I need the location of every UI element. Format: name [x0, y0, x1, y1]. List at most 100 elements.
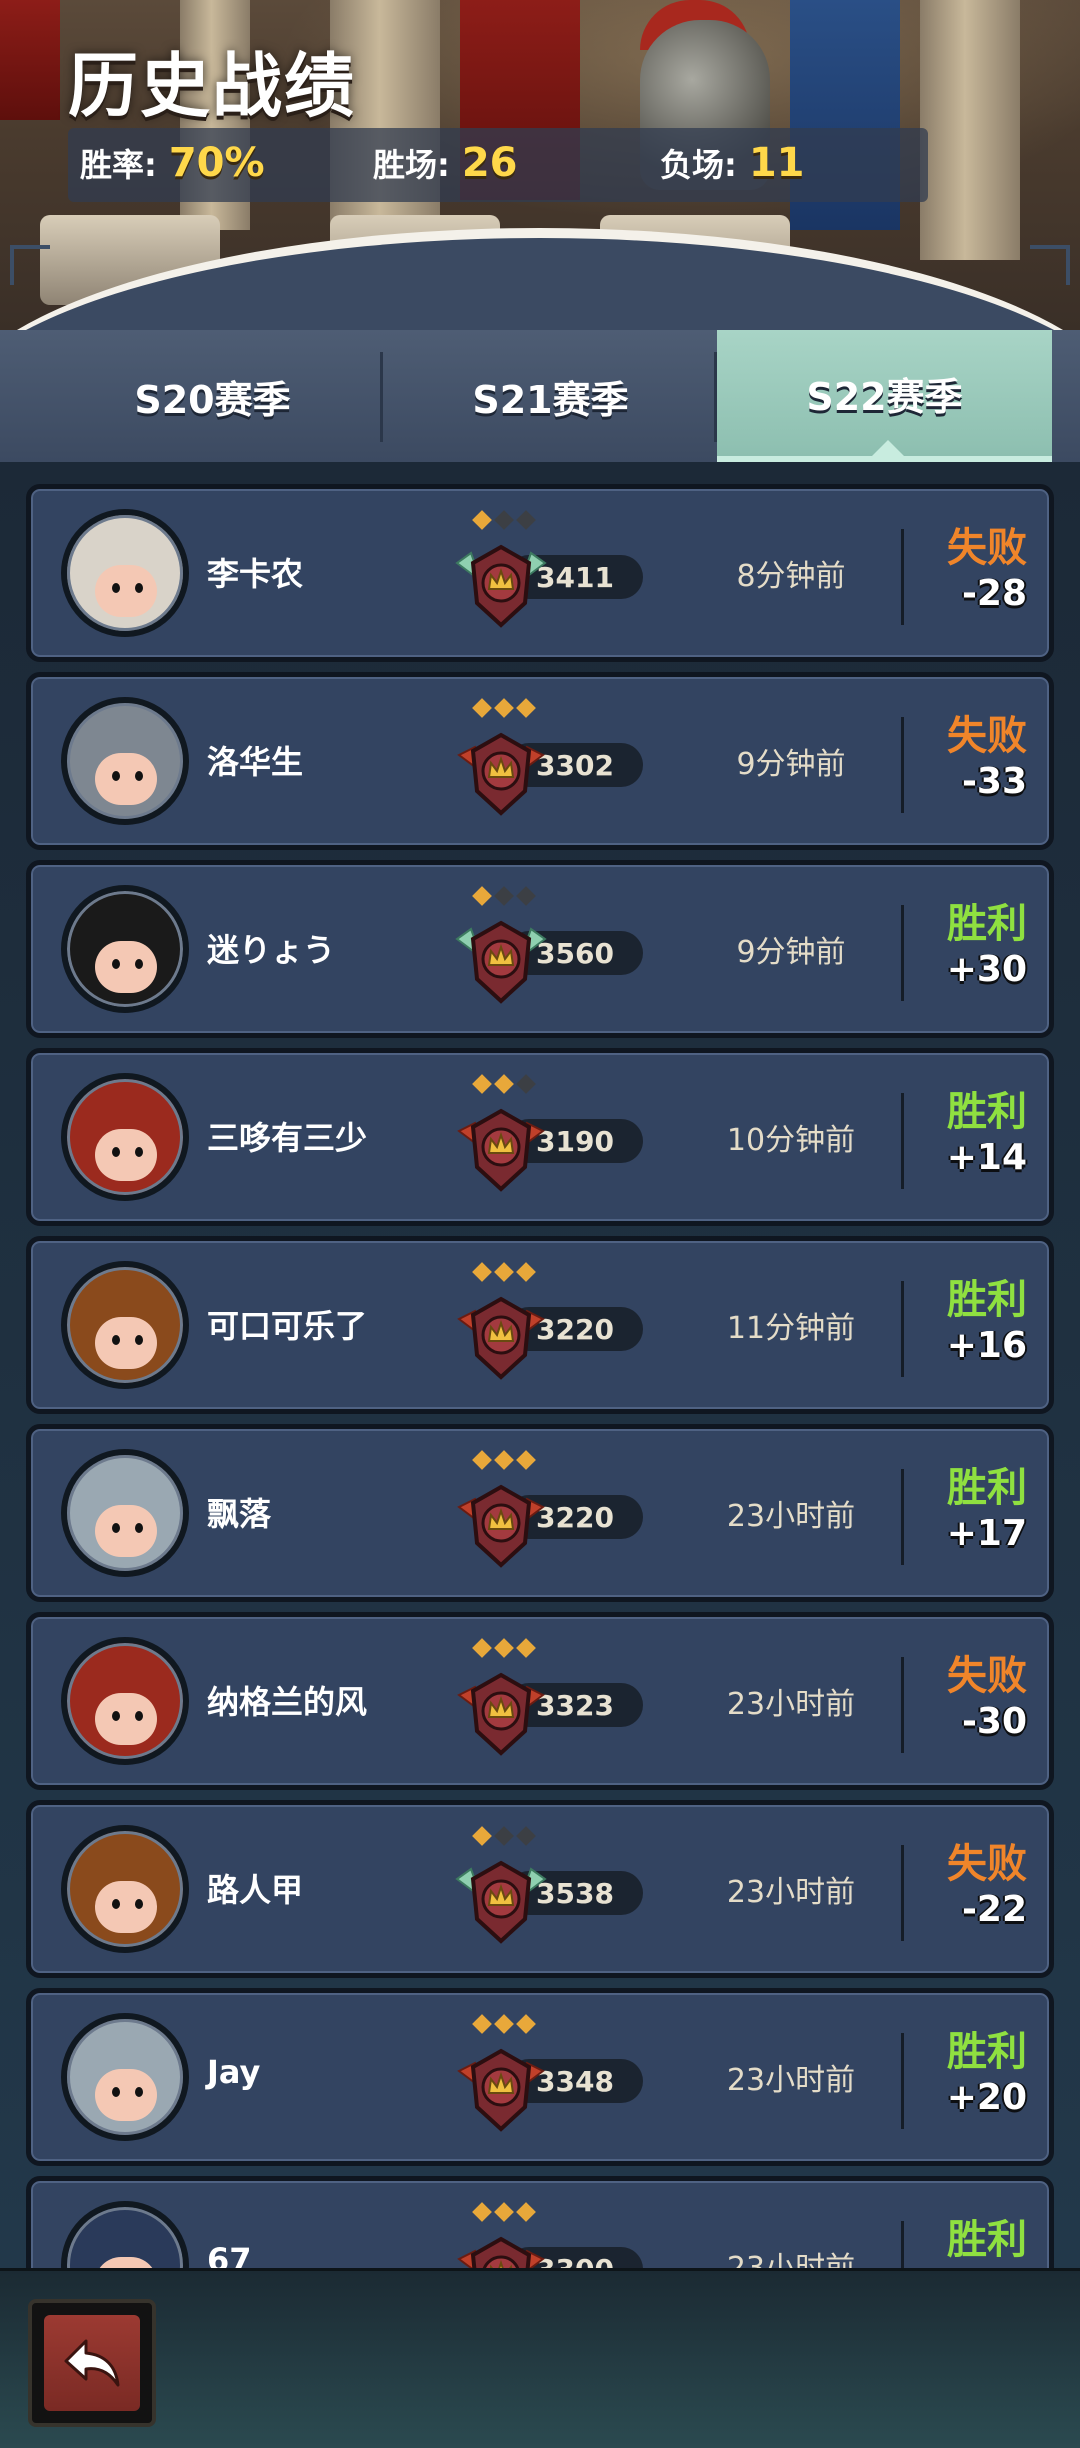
player-avatar[interactable] — [61, 697, 189, 825]
match-result: 胜利 — [947, 2217, 1027, 2263]
player-name: 纳格兰的风 — [207, 1683, 368, 1721]
row-divider — [901, 1845, 904, 1941]
stat-value: 26 — [461, 140, 518, 186]
rank-badge: 3190 — [451, 1074, 691, 1207]
player-avatar[interactable] — [61, 1261, 189, 1389]
match-history-list[interactable]: 李卡农 3411 8分钟前 失败 -28 洛华生 3302 9分钟前 失败 -3… — [0, 462, 1080, 2268]
avatar-face — [95, 565, 157, 617]
match-time: 23小时前 — [691, 2243, 891, 2268]
match-result: 胜利 — [947, 1277, 1027, 1323]
losses-stat: 负场: 11 — [660, 140, 804, 186]
score-change: -30 — [961, 1701, 1027, 1742]
row-divider — [901, 529, 904, 625]
rank-star-icon — [472, 1450, 492, 1470]
score-change: +17 — [946, 1513, 1027, 1554]
page-title: 历史战绩 — [68, 45, 356, 127]
rank-badge: 3411 — [451, 510, 691, 643]
score-change: -22 — [961, 1889, 1027, 1930]
avatar-eye — [112, 1523, 120, 1533]
match-result: 胜利 — [947, 1089, 1027, 1135]
player-avatar[interactable] — [61, 885, 189, 1013]
rank-star-icon — [472, 698, 492, 718]
rank-star-icon — [494, 1074, 514, 1094]
rank-star-icon — [472, 510, 492, 530]
rank-star-icon — [494, 1826, 514, 1846]
match-result: 失败 — [947, 1841, 1027, 1887]
avatar-face — [95, 1881, 157, 1933]
avatar-face — [95, 941, 157, 993]
footer-bar — [0, 2268, 1080, 2448]
avatar-eye — [135, 1711, 143, 1721]
avatar-eye — [135, 1523, 143, 1533]
match-row[interactable]: 迷りょう 3560 9分钟前 胜利 +30 — [26, 860, 1054, 1038]
row-divider — [901, 905, 904, 1001]
match-row[interactable]: 可口可乐了 3220 11分钟前 胜利 +16 — [26, 1236, 1054, 1414]
rank-star-icon — [516, 886, 536, 906]
row-divider — [901, 2221, 904, 2268]
avatar-face — [95, 1505, 157, 1557]
rank-emblem-icon — [457, 1296, 545, 1380]
player-name: 飘落 — [207, 1495, 272, 1533]
match-row[interactable]: 三哆有三少 3190 10分钟前 胜利 +14 — [26, 1048, 1054, 1226]
rank-star-icon — [516, 2014, 536, 2034]
banner-decoration — [0, 0, 60, 120]
match-result: 失败 — [947, 525, 1027, 571]
rank-star-icon — [516, 698, 536, 718]
match-row[interactable]: 路人甲 3538 23小时前 失败 -22 — [26, 1800, 1054, 1978]
tab-s20[interactable]: S20赛季 — [45, 330, 380, 462]
rank-star-icon — [516, 1074, 536, 1094]
player-avatar[interactable] — [61, 2013, 189, 2141]
avatar-eye — [112, 1899, 120, 1909]
back-button[interactable] — [28, 2299, 156, 2427]
match-result: 失败 — [947, 713, 1027, 759]
rank-stars — [472, 510, 536, 530]
player-avatar[interactable] — [61, 1073, 189, 1201]
match-result: 胜利 — [947, 901, 1027, 947]
rank-star-icon — [472, 2014, 492, 2034]
win-rate-stat: 胜率: 70% — [80, 140, 265, 186]
avatar-eye — [135, 583, 143, 593]
stats-bar: 胜率: 70% 胜场: 26 负场: 11 — [68, 128, 928, 202]
rank-star-icon — [516, 1450, 536, 1470]
avatar-eye — [112, 1147, 120, 1157]
avatar-face — [95, 1693, 157, 1745]
rank-star-icon — [472, 1826, 492, 1846]
rank-star-icon — [516, 1262, 536, 1282]
rank-badge: 3300 — [451, 2202, 691, 2268]
match-row[interactable]: 洛华生 3302 9分钟前 失败 -33 — [26, 672, 1054, 850]
rank-stars — [472, 1826, 536, 1846]
match-row[interactable]: 李卡农 3411 8分钟前 失败 -28 — [26, 484, 1054, 662]
stat-label: 胜场: — [373, 146, 450, 184]
player-avatar[interactable] — [61, 2201, 189, 2268]
player-avatar[interactable] — [61, 509, 189, 637]
avatar-eye — [135, 2087, 143, 2097]
rank-star-icon — [472, 1262, 492, 1282]
match-row[interactable]: 纳格兰的风 3323 23小时前 失败 -30 — [26, 1612, 1054, 1790]
player-avatar[interactable] — [61, 1825, 189, 1953]
back-arrow-icon — [44, 2315, 140, 2411]
rank-badge: 3220 — [451, 1262, 691, 1395]
rank-star-icon — [472, 1074, 492, 1094]
player-name: 67 — [207, 2241, 252, 2268]
match-time: 11分钟前 — [726, 1311, 856, 1346]
match-row[interactable]: 67 3300 23小时前 胜利 — [26, 2176, 1054, 2268]
player-avatar[interactable] — [61, 1637, 189, 1765]
wins-stat: 胜场: 26 — [373, 140, 517, 186]
avatar-eye — [112, 1335, 120, 1345]
rank-badge: 3302 — [451, 698, 691, 831]
rank-star-icon — [472, 1638, 492, 1658]
player-name: 三哆有三少 — [207, 1119, 368, 1157]
rank-emblem-icon — [455, 1860, 547, 1944]
active-tab-indicator — [870, 440, 906, 458]
match-row[interactable]: 飘落 3220 23小时前 胜利 +17 — [26, 1424, 1054, 1602]
tab-s21[interactable]: S21赛季 — [383, 330, 718, 462]
match-time: 23小时前 — [726, 1687, 856, 1722]
player-avatar[interactable] — [61, 1449, 189, 1577]
rank-stars — [472, 886, 536, 906]
score-change: -28 — [961, 573, 1027, 614]
stat-label: 胜率: — [80, 146, 157, 184]
match-row[interactable]: Jay 3348 23小时前 胜利 +20 — [26, 1988, 1054, 2166]
rank-star-icon — [516, 1826, 536, 1846]
rank-stars — [472, 1262, 536, 1282]
player-name: 李卡农 — [207, 555, 304, 593]
